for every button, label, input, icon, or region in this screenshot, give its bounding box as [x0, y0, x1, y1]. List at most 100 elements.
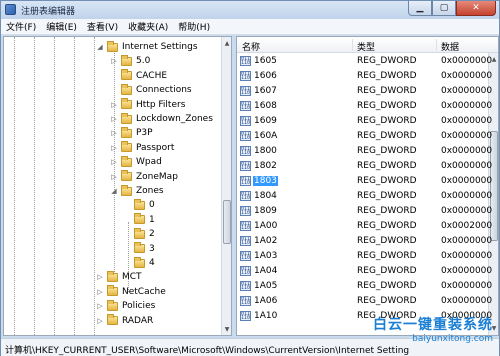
tree-item[interactable]: ▷ Http Filters	[110, 98, 185, 112]
value-row[interactable]: 011 110 1A06 REG_DWORD 0x0000000	[237, 294, 498, 309]
expander-icon[interactable]: ▷	[96, 302, 104, 310]
value-name: 1A03	[254, 251, 278, 261]
value-row[interactable]: 011 110 160A REG_DWORD 0x0000000	[237, 129, 498, 144]
title-bar[interactable]: 注册表编辑器 ▁ ▢ ✕	[1, 1, 499, 19]
tree-item-label: ZoneMap	[136, 171, 178, 182]
value-row[interactable]: 011 110 1608 REG_DWORD 0x0000000	[237, 99, 498, 114]
value-data: 0x0000000	[441, 146, 493, 156]
minimize-button[interactable]: ▁	[408, 1, 432, 16]
value-row[interactable]: 011 110 1A02 REG_DWORD 0x0000000	[237, 234, 498, 249]
value-row[interactable]: 011 110 1607 REG_DWORD 0x0000000	[237, 84, 498, 99]
value-row[interactable]: 011 110 1A03 REG_DWORD 0x0000000	[237, 249, 498, 264]
tree-item[interactable]: ◢ Internet Settings	[96, 40, 198, 54]
value-name: 1A02	[254, 236, 278, 246]
tree-item[interactable]: 2	[123, 227, 155, 241]
value-type: REG_DWORD	[357, 236, 417, 246]
expander-icon[interactable]: ▷	[110, 144, 118, 152]
value-data: 0x0002000	[441, 221, 493, 231]
column-data-header[interactable]: 数据	[441, 40, 459, 53]
tree-item[interactable]: 0	[123, 198, 155, 212]
tree-item[interactable]: CACHE	[110, 69, 167, 83]
menu-edit[interactable]: 编辑(E)	[41, 20, 82, 33]
folder-icon	[134, 256, 145, 268]
tree-scroll-thumb[interactable]	[223, 200, 231, 244]
expander-icon[interactable]: ▷	[110, 101, 118, 109]
expander-icon[interactable]: ▷	[110, 173, 118, 181]
tree-item[interactable]: ▷ NetCache	[96, 285, 166, 299]
value-name: 1804	[254, 191, 277, 201]
menu-favorites[interactable]: 收藏夹(A)	[123, 20, 173, 33]
reg-binary-value-icon: 011 110	[240, 146, 251, 156]
expander-icon[interactable]: ▷	[110, 158, 118, 166]
tree-item[interactable]: ▷ Passport	[110, 141, 174, 155]
menu-file[interactable]: 文件(F)	[1, 20, 41, 33]
folder-icon	[107, 285, 118, 297]
value-type: REG_DWORD	[357, 176, 417, 186]
tree-item[interactable]: 1	[123, 213, 155, 227]
tree-item[interactable]: ▷ P3P	[110, 126, 153, 140]
menu-view[interactable]: 查看(V)	[82, 20, 123, 33]
tree-item[interactable]: ◢ Zones	[110, 184, 164, 198]
tree-item[interactable]: ▷ Lockdown_Zones	[110, 112, 213, 126]
tree-item[interactable]: ▷ Wpad	[110, 155, 162, 169]
tree-item[interactable]: ▷ RADAR	[96, 314, 153, 328]
expander-icon[interactable]: ▷	[110, 57, 118, 65]
value-row[interactable]: 011 110 1A05 REG_DWORD 0x0000000	[237, 279, 498, 294]
reg-binary-value-icon: 011 110	[240, 101, 251, 111]
expander-icon[interactable]: ▷	[96, 317, 104, 325]
value-row[interactable]: 011 110 1A00 REG_DWORD 0x0002000	[237, 219, 498, 234]
value-row[interactable]: 011 110 1609 REG_DWORD 0x0000000	[237, 114, 498, 129]
value-type: REG_DWORD	[357, 296, 417, 306]
value-row[interactable]: 011 110 1605 REG_DWORD 0x0000000	[237, 54, 498, 69]
tree-item[interactable]: ▷ ZoneMap	[110, 170, 178, 184]
tree-item-label: NetCache	[122, 286, 166, 297]
tree-item[interactable]: 4	[123, 256, 155, 270]
menu-help[interactable]: 帮助(H)	[173, 20, 215, 33]
expander-icon[interactable]: ◢	[110, 187, 118, 195]
value-row[interactable]: 011 110 1606 REG_DWORD 0x0000000	[237, 69, 498, 84]
tree-item[interactable]: 3	[123, 242, 155, 256]
value-name: 1607	[254, 86, 277, 96]
value-data: 0x0000000	[441, 236, 493, 246]
value-type: REG_DWORD	[357, 161, 417, 171]
value-row[interactable]: 011 110 1800 REG_DWORD 0x0000000	[237, 144, 498, 159]
expander-icon[interactable]: ▷	[110, 129, 118, 137]
value-row[interactable]: 011 110 1804 REG_DWORD 0x0000000	[237, 189, 498, 204]
value-type: REG_DWORD	[357, 251, 417, 261]
value-name: 1803	[253, 176, 278, 186]
tree-item[interactable]: Connections	[110, 83, 192, 97]
tree-item[interactable]: ▷ 5.0	[110, 54, 150, 68]
scroll-up-arrow-icon[interactable]: ▲	[222, 38, 231, 48]
registry-editor-window: 注册表编辑器 ▁ ▢ ✕ 文件(F) 编辑(E) 查看(V) 收藏夹(A) 帮助…	[0, 0, 500, 356]
folder-icon	[121, 112, 132, 124]
value-row[interactable]: 011 110 1809 REG_DWORD 0x0000000	[237, 204, 498, 219]
tree-item[interactable]: ▷ MCT	[96, 270, 142, 284]
folder-icon	[121, 170, 132, 182]
value-list-pane[interactable]: 名称 类型 数据 ▲ ▼ 011 110 1605 REG_DWORD 0x00000…	[236, 36, 499, 336]
value-type: REG_DWORD	[357, 131, 417, 141]
expander-icon[interactable]: ▷	[96, 273, 104, 281]
value-name: 1A10	[254, 311, 278, 321]
key-tree-pane[interactable]: ▲ ▼ ◢ Internet Settings ▷ 5.0 CACHE Connectio…	[3, 36, 232, 336]
tree-scrollbar[interactable]: ▲ ▼	[221, 37, 231, 335]
expander-icon[interactable]: ▷	[96, 288, 104, 296]
expander-icon[interactable]: ◢	[96, 43, 104, 51]
expander-icon[interactable]: ▷	[110, 115, 118, 123]
value-row[interactable]: 011 110 1A04 REG_DWORD 0x0000000	[237, 264, 498, 279]
tree-item-label: P3P	[136, 128, 153, 139]
value-row[interactable]: 011 110 1802 REG_DWORD 0x0000000	[237, 159, 498, 174]
column-name-header[interactable]: 名称	[242, 40, 260, 53]
maximize-button[interactable]: ▢	[432, 1, 456, 16]
folder-icon	[121, 54, 132, 66]
close-button[interactable]: ✕	[456, 1, 496, 16]
window-title: 注册表编辑器	[21, 7, 76, 17]
value-row[interactable]: 011 110 1803 REG_DWORD 0x0000000	[237, 174, 498, 189]
column-type-header[interactable]: 类型	[357, 40, 375, 53]
scroll-down-arrow-icon[interactable]: ▼	[222, 324, 231, 334]
value-data: 0x0000000	[441, 101, 493, 111]
tree-item[interactable]: ▷ Policies	[96, 299, 155, 313]
folder-icon	[121, 69, 132, 81]
reg-binary-value-icon: 011 110	[240, 71, 251, 81]
